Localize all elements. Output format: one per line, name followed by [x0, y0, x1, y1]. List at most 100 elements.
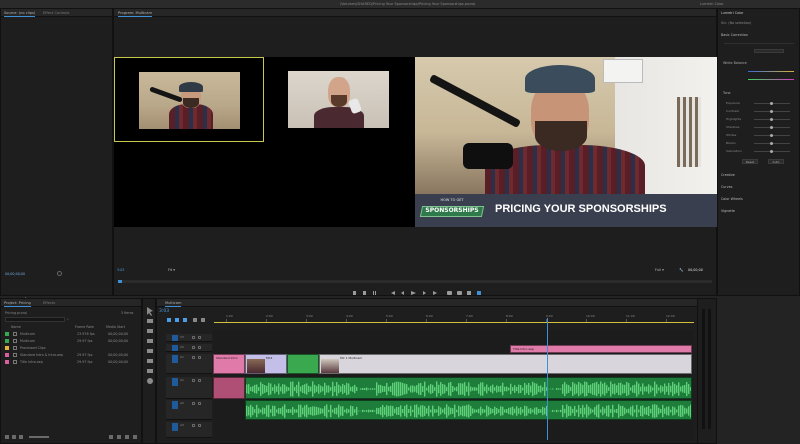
track-select-tool-icon[interactable] [147, 319, 153, 323]
section-vignette[interactable]: Vignette [721, 209, 735, 213]
fit-dropdown[interactable]: Fit ▾ [168, 268, 175, 272]
program-video-frame[interactable]: HOW TO GET SPONSORSHIPS PRICING YOUR SPO… [114, 57, 717, 227]
lock-icon[interactable] [198, 336, 201, 339]
mark-in-button[interactable] [353, 291, 356, 295]
lumetri-source: Src: (No selection) [721, 21, 752, 25]
playhead-marker[interactable] [118, 280, 122, 283]
tab-effect-controls[interactable]: Effect Controls [43, 11, 69, 15]
wrench-icon[interactable]: 🔧 [679, 268, 683, 272]
tone-slider-handle[interactable] [770, 150, 773, 153]
eye-icon[interactable] [192, 356, 195, 359]
project-item-row[interactable]: Multicam 23.976 fps 00;00;00;00 [3, 331, 141, 337]
solo-icon[interactable] [198, 402, 201, 405]
tab-program[interactable]: Program: Multicam [118, 11, 152, 17]
razor-tool-icon[interactable] [147, 339, 153, 343]
label-color-swatch[interactable] [5, 339, 9, 343]
track-header: A1 [166, 377, 212, 399]
mute-icon[interactable] [192, 402, 195, 405]
track-target-toggle[interactable] [172, 355, 178, 363]
tab-multicam-sequence[interactable]: Multicam [165, 301, 182, 307]
tone-row: Blacks [726, 141, 796, 147]
audio-clip-a2[interactable] [245, 400, 692, 420]
track-target-toggle[interactable] [172, 378, 178, 386]
tone-slider-handle[interactable] [770, 142, 773, 145]
go-to-in-button[interactable] [391, 291, 395, 295]
work-area-bar[interactable] [214, 322, 694, 323]
lock-icon[interactable] [198, 346, 201, 349]
section-color-wheels[interactable]: Color Wheels [721, 197, 743, 201]
clip-mc2-multicam[interactable]: MC 1 Multicam [319, 354, 692, 374]
timeline-playhead[interactable] [547, 318, 548, 440]
tone-slider-handle[interactable] [770, 102, 773, 105]
search-icon[interactable]: ⌕ [67, 317, 69, 321]
program-scrubber[interactable] [118, 280, 712, 283]
tone-slider-handle[interactable] [770, 134, 773, 137]
tone-slider-handle[interactable] [770, 118, 773, 121]
label-color-swatch[interactable] [5, 360, 9, 364]
column-frame-rate[interactable]: Frame Rate [75, 325, 94, 329]
selection-tool-icon[interactable] [147, 307, 153, 316]
tint-slider[interactable] [748, 79, 794, 80]
label-color-swatch[interactable] [5, 346, 9, 350]
mark-out-button[interactable] [363, 291, 366, 295]
lift-button[interactable] [447, 291, 452, 295]
extract-button[interactable] [457, 291, 462, 295]
auto-button[interactable]: Auto [768, 159, 784, 164]
section-curves[interactable]: Curves [721, 185, 732, 189]
column-name[interactable]: Name [11, 325, 21, 329]
ruler-label: 5:00 [386, 314, 393, 318]
pen-tool-icon[interactable] [147, 359, 153, 363]
tone-slider-handle[interactable] [770, 110, 773, 113]
tab-project[interactable]: Project: Pricing [4, 301, 31, 307]
solo-icon[interactable] [198, 424, 201, 427]
ripple-edit-tool-icon[interactable] [147, 329, 153, 333]
multicam-angle-1[interactable] [114, 57, 264, 142]
clip-green-segment[interactable] [287, 354, 319, 374]
slip-tool-icon[interactable] [147, 349, 153, 353]
meter-left [702, 309, 705, 429]
section-basic-correction[interactable]: Basic Correction [721, 33, 748, 37]
mute-icon[interactable] [192, 379, 195, 382]
export-frame-button[interactable] [467, 291, 471, 295]
multicam-button[interactable] [477, 291, 481, 295]
audio-clip-a1[interactable] [245, 377, 692, 399]
label-color-swatch[interactable] [5, 332, 9, 336]
clip-title-intro[interactable]: Title Intro.aep [510, 345, 692, 353]
quality-dropdown[interactable]: Full ▾ [655, 268, 664, 272]
section-tone[interactable]: Tone [723, 91, 731, 95]
column-media-start[interactable]: Media Start [106, 325, 125, 329]
project-item-row[interactable]: Title Intro.aep 29.97 fps 00;00;00;00 [3, 359, 141, 365]
section-creative[interactable]: Creative [721, 173, 735, 177]
clip-mc1[interactable]: MC1 [245, 354, 287, 374]
mute-icon[interactable] [192, 424, 195, 427]
track-target-toggle[interactable] [172, 335, 178, 341]
play-button[interactable] [411, 291, 416, 295]
solo-icon[interactable] [198, 379, 201, 382]
track-target-toggle[interactable] [172, 423, 178, 431]
sequence-icon [13, 360, 17, 364]
label-color-swatch[interactable] [5, 353, 9, 357]
project-search-input[interactable] [5, 317, 65, 322]
temperature-slider[interactable] [748, 71, 794, 72]
eye-icon[interactable] [192, 336, 195, 339]
project-item-row[interactable]: Multicam 29.97 fps 00;00;00;00 [3, 338, 141, 344]
audio-clip-intro[interactable] [213, 377, 245, 399]
multicam-angle-2[interactable] [288, 71, 389, 128]
project-item-row[interactable]: Processed Clips [3, 345, 141, 351]
track-target-toggle[interactable] [172, 401, 178, 409]
tab-source[interactable]: Source: (no clips) [4, 11, 36, 17]
clip-standard-intro[interactable]: Standard Intro [213, 354, 245, 374]
input-lut-dropdown[interactable] [754, 49, 784, 53]
program-timecode: 3:03 [117, 268, 125, 272]
tone-slider-handle[interactable] [770, 126, 773, 129]
hand-tool-icon[interactable] [147, 369, 153, 373]
eye-icon[interactable] [192, 346, 195, 349]
track-target-toggle[interactable] [172, 345, 178, 351]
lock-icon[interactable] [198, 356, 201, 359]
reset-button[interactable]: Reset [742, 159, 758, 164]
section-white-balance[interactable]: White Balance [723, 61, 747, 65]
project-item-row[interactable]: Standard Intro & Intro.aep 29.97 fps 00;… [3, 352, 141, 358]
tab-effects[interactable]: Effects [43, 301, 55, 305]
settings-icon[interactable] [57, 271, 62, 276]
zoom-tool-icon[interactable] [147, 378, 153, 384]
